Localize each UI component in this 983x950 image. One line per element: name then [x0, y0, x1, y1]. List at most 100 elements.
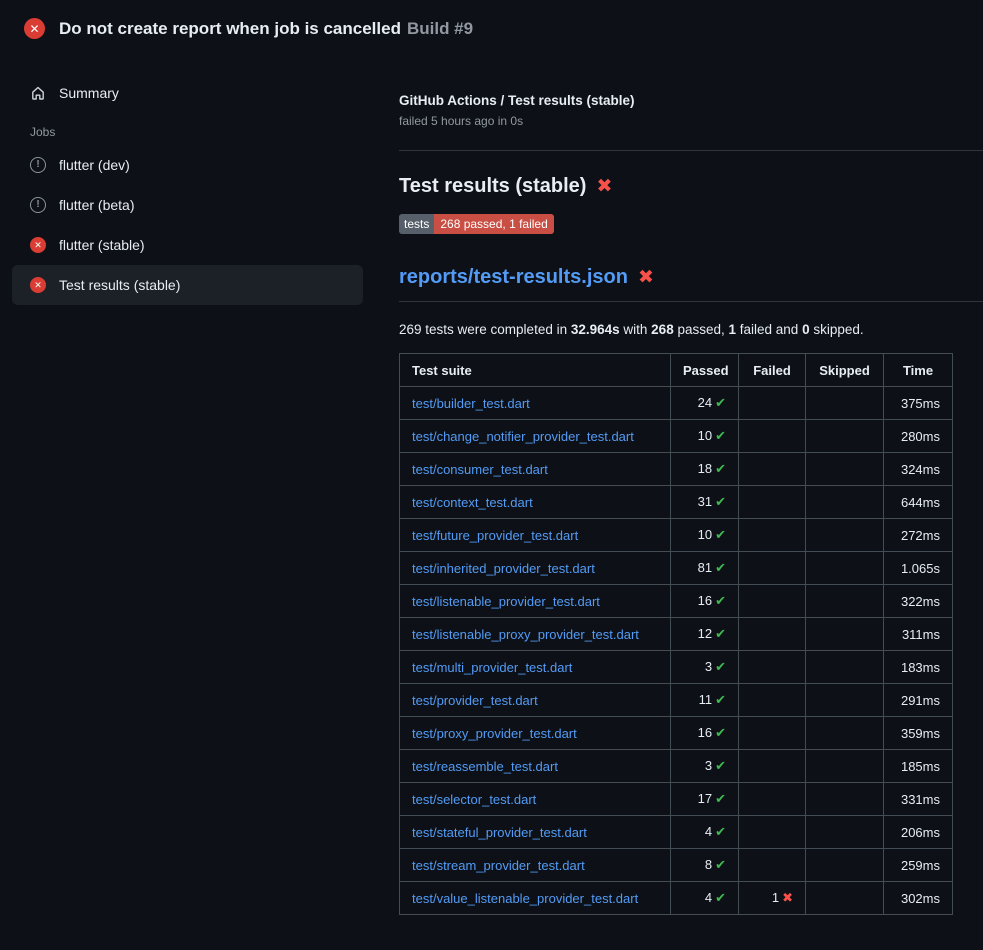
sidebar-job-label: flutter (stable)	[59, 237, 145, 253]
passed-cell: 4✔	[671, 882, 739, 915]
test-suite-link[interactable]: test/stream_provider_test.dart	[412, 858, 585, 873]
count-value: 4	[705, 824, 712, 839]
count-value: 4	[705, 890, 712, 905]
test-suite-link[interactable]: test/context_test.dart	[412, 495, 533, 510]
report-title: reports/test-results.json ✖	[399, 266, 983, 302]
table-row: test/builder_test.dart24✔375ms	[400, 387, 953, 420]
sidebar-job-flutter-beta[interactable]: !flutter (beta)	[12, 185, 363, 225]
time-cell: 322ms	[884, 585, 953, 618]
skipped-cell	[806, 519, 884, 552]
skipped-cell	[806, 585, 884, 618]
test-suite-link[interactable]: test/stateful_provider_test.dart	[412, 825, 587, 840]
failed-cell	[739, 684, 806, 717]
skipped-cell	[806, 750, 884, 783]
test-suite-link[interactable]: test/inherited_provider_test.dart	[412, 561, 595, 576]
passed-cell: 31✔	[671, 486, 739, 519]
test-suite-link[interactable]: test/listenable_proxy_provider_test.dart	[412, 627, 639, 642]
app-root: ✕ Do not create report when job is cance…	[0, 0, 983, 915]
suite-cell: test/consumer_test.dart	[400, 453, 671, 486]
count-value: 3	[705, 758, 712, 773]
sidebar-job-flutter-stable[interactable]: ✕ flutter (stable)	[12, 225, 363, 265]
time-cell: 375ms	[884, 387, 953, 420]
suite-cell: test/stream_provider_test.dart	[400, 849, 671, 882]
summary-segment: 0	[802, 322, 810, 337]
suite-cell: test/selector_test.dart	[400, 783, 671, 816]
sidebar-job-test-results-stable[interactable]: ✕Test results (stable)	[12, 265, 363, 305]
failed-cell	[739, 585, 806, 618]
badge-value: 268 passed, 1 failed	[434, 214, 553, 234]
column-header-skipped: Skipped	[806, 354, 884, 387]
time-cell: 291ms	[884, 684, 953, 717]
test-suite-link[interactable]: test/builder_test.dart	[412, 396, 530, 411]
table-row: test/stream_provider_test.dart 8✔ 259ms	[400, 849, 953, 882]
passed-cell: 18✔	[671, 453, 739, 486]
build-number: Build #9	[407, 19, 473, 38]
check-icon: ✔	[715, 758, 726, 773]
passed-cell: 11✔	[671, 684, 739, 717]
failed-cell	[739, 618, 806, 651]
badge-label: tests	[399, 214, 434, 234]
suite-cell: test/builder_test.dart	[400, 387, 671, 420]
skipped-cell	[806, 816, 884, 849]
skipped-cell	[806, 783, 884, 816]
page-title: Do not create report when job is cancell…	[59, 19, 473, 39]
jobs-section-label: Jobs	[30, 125, 363, 139]
test-suite-link[interactable]: test/provider_test.dart	[412, 693, 538, 708]
report-link[interactable]: reports/test-results.json	[399, 266, 628, 289]
test-suite-link[interactable]: test/value_listenable_provider_test.dart	[412, 891, 638, 906]
test-suite-link[interactable]: test/listenable_provider_test.dart	[412, 594, 600, 609]
skipped-cell	[806, 486, 884, 519]
passed-cell: 17✔	[671, 783, 739, 816]
table-row: test/selector_test.dart17✔331ms	[400, 783, 953, 816]
failed-cell	[739, 453, 806, 486]
test-suite-link[interactable]: test/change_notifier_provider_test.dart	[412, 429, 634, 444]
test-results-table: Test suite Passed Failed Skipped Time te…	[399, 353, 953, 915]
failed-cell	[739, 486, 806, 519]
sidebar-job-flutter-dev[interactable]: !flutter (dev)	[12, 145, 363, 185]
check-icon: ✔	[715, 626, 726, 641]
count-value: 10	[698, 527, 712, 542]
suite-cell: test/value_listenable_provider_test.dart	[400, 882, 671, 915]
test-suite-link[interactable]: test/future_provider_test.dart	[412, 528, 578, 543]
x-glyph: ✕	[34, 241, 42, 250]
summary-segment: 268	[651, 322, 674, 337]
passed-cell: 10✔	[671, 519, 739, 552]
sidebar-item-summary[interactable]: Summary	[12, 73, 363, 113]
table-header-row: Test suite Passed Failed Skipped Time	[400, 354, 953, 387]
failed-cell	[739, 717, 806, 750]
time-cell: 280ms	[884, 420, 953, 453]
failed-status-icon: ✕	[30, 277, 46, 293]
failed-cell	[739, 783, 806, 816]
passed-cell: 12✔	[671, 618, 739, 651]
suite-cell: test/listenable_proxy_provider_test.dart	[400, 618, 671, 651]
time-cell: 183ms	[884, 651, 953, 684]
suite-cell: test/provider_test.dart	[400, 684, 671, 717]
column-header-time: Time	[884, 354, 953, 387]
suite-cell: test/multi_provider_test.dart	[400, 651, 671, 684]
table-row: test/listenable_provider_test.dart16✔322…	[400, 585, 953, 618]
check-icon: ✔	[715, 857, 726, 872]
tests-badge: tests 268 passed, 1 failed	[399, 214, 554, 234]
x-icon: ✖	[782, 890, 793, 905]
status-line: failed 5 hours ago in 0s	[399, 114, 983, 128]
failed-cell	[739, 387, 806, 420]
test-suite-link[interactable]: test/multi_provider_test.dart	[412, 660, 572, 675]
test-suite-link[interactable]: test/proxy_provider_test.dart	[412, 726, 577, 741]
test-suite-link[interactable]: test/reassemble_test.dart	[412, 759, 558, 774]
count-value: 24	[698, 395, 712, 410]
time-cell: 359ms	[884, 717, 953, 750]
passed-cell: 8✔	[671, 849, 739, 882]
check-icon: ✔	[715, 428, 726, 443]
skipped-cell	[806, 717, 884, 750]
failed-cell	[739, 420, 806, 453]
failed-x-icon: ✖	[638, 268, 654, 287]
failed-cell: 1✖	[739, 882, 806, 915]
time-cell: 302ms	[884, 882, 953, 915]
test-suite-link[interactable]: test/selector_test.dart	[412, 792, 536, 807]
failed-cell	[739, 519, 806, 552]
check-icon: ✔	[715, 791, 726, 806]
sidebar-job-label: flutter (dev)	[59, 157, 130, 173]
test-suite-link[interactable]: test/consumer_test.dart	[412, 462, 548, 477]
count-value: 8	[705, 857, 712, 872]
time-cell: 259ms	[884, 849, 953, 882]
